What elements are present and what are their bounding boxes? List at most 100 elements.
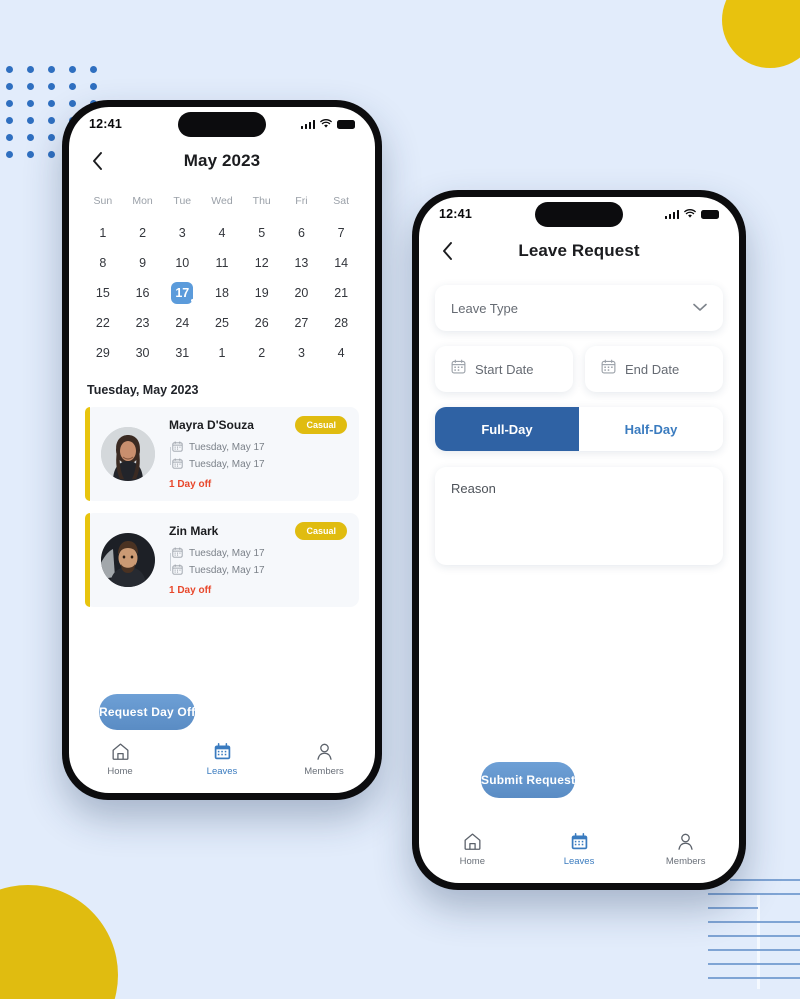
status-icons: [300, 119, 355, 129]
leave-type-select[interactable]: Leave Type: [435, 285, 723, 331]
end-date-placeholder: End Date: [625, 361, 680, 377]
calendar-day-selected[interactable]: 17: [162, 281, 202, 305]
grid-dot: [90, 66, 97, 73]
start-date-input[interactable]: Start Date: [435, 346, 573, 392]
decoration-line: [708, 949, 800, 951]
battery-icon: [701, 209, 719, 219]
calendar-day-number: 21: [334, 286, 349, 300]
grid-dot: [6, 134, 13, 141]
nav-item-home[interactable]: Home: [419, 832, 526, 867]
calendar-day[interactable]: 15: [83, 281, 123, 305]
chevron-down-icon: [693, 299, 707, 317]
calendar-day[interactable]: 1: [83, 221, 123, 245]
nav-item-label: Leaves: [563, 856, 595, 867]
calendar-day[interactable]: 27: [282, 311, 322, 335]
calendar-day-number: 1: [99, 226, 107, 240]
calendar-day[interactable]: 29: [83, 341, 123, 365]
calendar-day[interactable]: 28: [321, 311, 361, 335]
calendar-day[interactable]: 8: [83, 251, 123, 275]
leave-card[interactable]: Mayra D'Souza Tuesday, May 17 Tuesday, May…: [85, 407, 359, 501]
calendar-day[interactable]: 10: [162, 251, 202, 275]
yellow-circle-bottom-left-decoration: [0, 885, 118, 999]
start-date-placeholder: Start Date: [475, 361, 534, 377]
status-time: 12:41: [439, 207, 472, 221]
calendar-day[interactable]: 7: [321, 221, 361, 245]
calendar-day[interactable]: 23: [123, 311, 163, 335]
calendar-day-number: 13: [294, 256, 309, 270]
calendar-day[interactable]: 21: [321, 281, 361, 305]
end-date-input[interactable]: End Date: [585, 346, 723, 392]
leave-start-date-row: Tuesday, May 17: [172, 439, 347, 456]
calendar-day[interactable]: 24: [162, 311, 202, 335]
calendar-day[interactable]: 4: [321, 341, 361, 365]
calendar-day[interactable]: 2: [242, 341, 282, 365]
grid-dot: [6, 83, 13, 90]
calendar-day[interactable]: 25: [202, 311, 242, 335]
calendar-day-name: Sun: [93, 195, 113, 207]
calendar-day[interactable]: 12: [242, 251, 282, 275]
calendar-day-number: 24: [175, 316, 190, 330]
calendar-day-number: 12: [254, 256, 269, 270]
avatar-image: [101, 533, 155, 587]
duration-toggle-group: Full-Day Half-Day: [435, 407, 723, 451]
calendar-day[interactable]: 4: [202, 221, 242, 245]
calendar-day-number: 7: [337, 226, 345, 240]
cellular-signal-icon: [664, 209, 679, 219]
leave-start-date: Tuesday, May 17: [189, 548, 265, 559]
avatar: [101, 533, 155, 587]
calendar-day[interactable]: 30: [123, 341, 163, 365]
calendar-day[interactable]: 16: [123, 281, 163, 305]
calendar-day[interactable]: 13: [282, 251, 322, 275]
status-bar: 12:41: [419, 197, 739, 231]
calendar-day-number: 5: [258, 226, 266, 240]
nav-item-members[interactable]: Members: [632, 832, 739, 867]
back-chevron-icon[interactable]: [87, 151, 107, 171]
calendar-day[interactable]: 2: [123, 221, 163, 245]
calendar-day[interactable]: 14: [321, 251, 361, 275]
grid-dot: [27, 66, 34, 73]
leave-end-date: Tuesday, May 17: [189, 565, 265, 576]
leave-duration: 1 Day off: [169, 479, 212, 490]
reason-textarea[interactable]: Reason: [435, 467, 723, 565]
nav-item-members[interactable]: Members: [273, 742, 375, 777]
status-time: 12:41: [89, 117, 122, 131]
calendar-day[interactable]: 3: [282, 341, 322, 365]
submit-request-button[interactable]: Submit Request: [481, 762, 576, 798]
calendar-day[interactable]: 20: [282, 281, 322, 305]
calendar-day[interactable]: 31: [162, 341, 202, 365]
decoration-line: [708, 921, 800, 923]
calendar-day[interactable]: 1: [202, 341, 242, 365]
calendar-day-name: Tue: [173, 195, 192, 207]
calendar-icon: [214, 742, 230, 760]
calendar-day[interactable]: 11: [202, 251, 242, 275]
calendar-day[interactable]: 6: [282, 221, 322, 245]
calendar-day[interactable]: 18: [202, 281, 242, 305]
back-chevron-icon[interactable]: [437, 241, 457, 261]
calendar-day-number: 3: [178, 226, 186, 240]
request-day-off-button[interactable]: Request Day Off: [99, 694, 196, 730]
calendar-day[interactable]: 5: [242, 221, 282, 245]
duration-option-full-day[interactable]: Full-Day: [435, 407, 579, 451]
reason-placeholder: Reason: [451, 481, 496, 496]
status-badge: Casual: [295, 416, 347, 434]
decoration-line: [708, 935, 800, 937]
grid-dot: [48, 83, 55, 90]
nav-item-leaves[interactable]: Leaves: [171, 742, 273, 777]
request-day-off-wrapper: Request Day Off: [69, 676, 375, 730]
phone-one-screen: 12:41 May 2023 Sun Mon Tue Wed Thu Fri S…: [69, 107, 375, 793]
nav-item-home[interactable]: Home: [69, 742, 171, 777]
nav-item-leaves[interactable]: Leaves: [526, 832, 633, 867]
calendar-day[interactable]: 3: [162, 221, 202, 245]
calendar-day-number: 11: [215, 256, 229, 270]
calendar-day[interactable]: 22: [83, 311, 123, 335]
calendar-day[interactable]: 19: [242, 281, 282, 305]
calendar-day[interactable]: 26: [242, 311, 282, 335]
duration-option-half-day[interactable]: Half-Day: [579, 407, 723, 451]
leave-end-date-row: Tuesday, May 17: [172, 456, 347, 473]
calendar-day-number: 26: [254, 316, 269, 330]
grid-dot: [27, 151, 34, 158]
calendar-day[interactable]: 9: [123, 251, 163, 275]
phone-mockup-calendar: 12:41 May 2023 Sun Mon Tue Wed Thu Fri S…: [60, 98, 384, 802]
leave-card[interactable]: Zin Mark Tuesday, May 17 Tuesday, May 17 1 …: [85, 513, 359, 607]
dynamic-island: [535, 202, 623, 227]
